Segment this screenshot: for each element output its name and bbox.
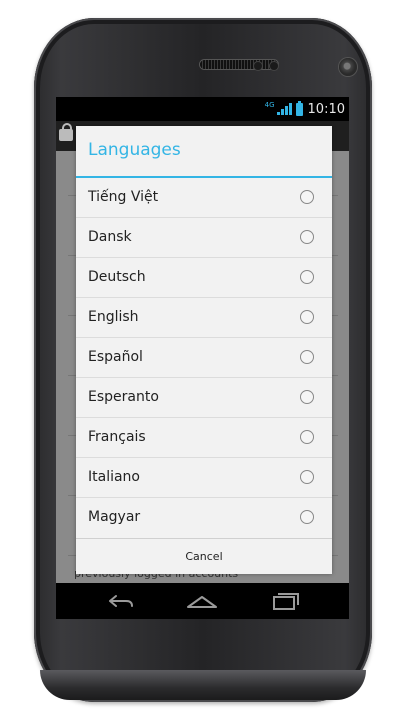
language-item[interactable]: Tiếng Việt xyxy=(76,178,332,218)
language-item[interactable]: Esperanto xyxy=(76,378,332,418)
language-label: Español xyxy=(88,349,143,365)
language-item[interactable]: English xyxy=(76,298,332,338)
recent-apps-icon xyxy=(273,593,299,610)
navigation-bar xyxy=(56,583,349,619)
network-type-label: 4G xyxy=(264,101,275,109)
language-list: Tiếng Việt Dansk Deutsch English Español… xyxy=(76,178,332,538)
status-bar: 4G 10:10 xyxy=(56,97,349,121)
language-label: Italiano xyxy=(88,469,140,485)
languages-dialog: Languages Tiếng Việt Dansk Deutsch Engli… xyxy=(76,126,332,574)
radio-button[interactable] xyxy=(300,310,314,324)
status-clock: 10:10 xyxy=(307,101,345,117)
home-icon xyxy=(187,596,217,608)
language-item[interactable]: Deutsch xyxy=(76,258,332,298)
home-button[interactable] xyxy=(182,589,222,613)
language-label: Français xyxy=(88,429,146,445)
language-label: Dansk xyxy=(88,229,132,245)
lock-icon xyxy=(59,123,73,141)
radio-button[interactable] xyxy=(300,510,314,524)
language-label: Esperanto xyxy=(88,389,159,405)
proximity-sensor xyxy=(254,62,262,70)
language-item[interactable]: Magyar xyxy=(76,498,332,538)
language-item[interactable]: Español xyxy=(76,338,332,378)
radio-button[interactable] xyxy=(300,230,314,244)
language-label: English xyxy=(88,309,139,325)
back-button[interactable] xyxy=(100,589,140,613)
language-item[interactable]: Dansk xyxy=(76,218,332,258)
radio-button[interactable] xyxy=(300,390,314,404)
battery-icon xyxy=(295,100,303,116)
recent-apps-button[interactable] xyxy=(265,589,305,613)
language-label: Tiếng Việt xyxy=(88,189,159,205)
radio-button[interactable] xyxy=(300,350,314,364)
signal-strength-icon xyxy=(276,103,292,115)
language-label: Deutsch xyxy=(88,269,146,285)
dialog-title: Languages xyxy=(88,140,181,160)
language-item[interactable]: Français xyxy=(76,418,332,458)
earpiece-speaker xyxy=(200,60,278,69)
cancel-button[interactable]: Cancel xyxy=(76,539,332,574)
back-arrow-icon xyxy=(109,595,133,607)
front-camera-icon xyxy=(339,58,357,76)
radio-button[interactable] xyxy=(300,430,314,444)
language-label: Magyar xyxy=(88,509,141,525)
language-item[interactable]: Italiano xyxy=(76,458,332,498)
phone-chin xyxy=(40,670,366,700)
radio-button[interactable] xyxy=(300,470,314,484)
light-sensor xyxy=(270,62,278,70)
radio-button[interactable] xyxy=(300,190,314,204)
radio-button[interactable] xyxy=(300,270,314,284)
dialog-button-bar: Cancel xyxy=(76,538,332,574)
